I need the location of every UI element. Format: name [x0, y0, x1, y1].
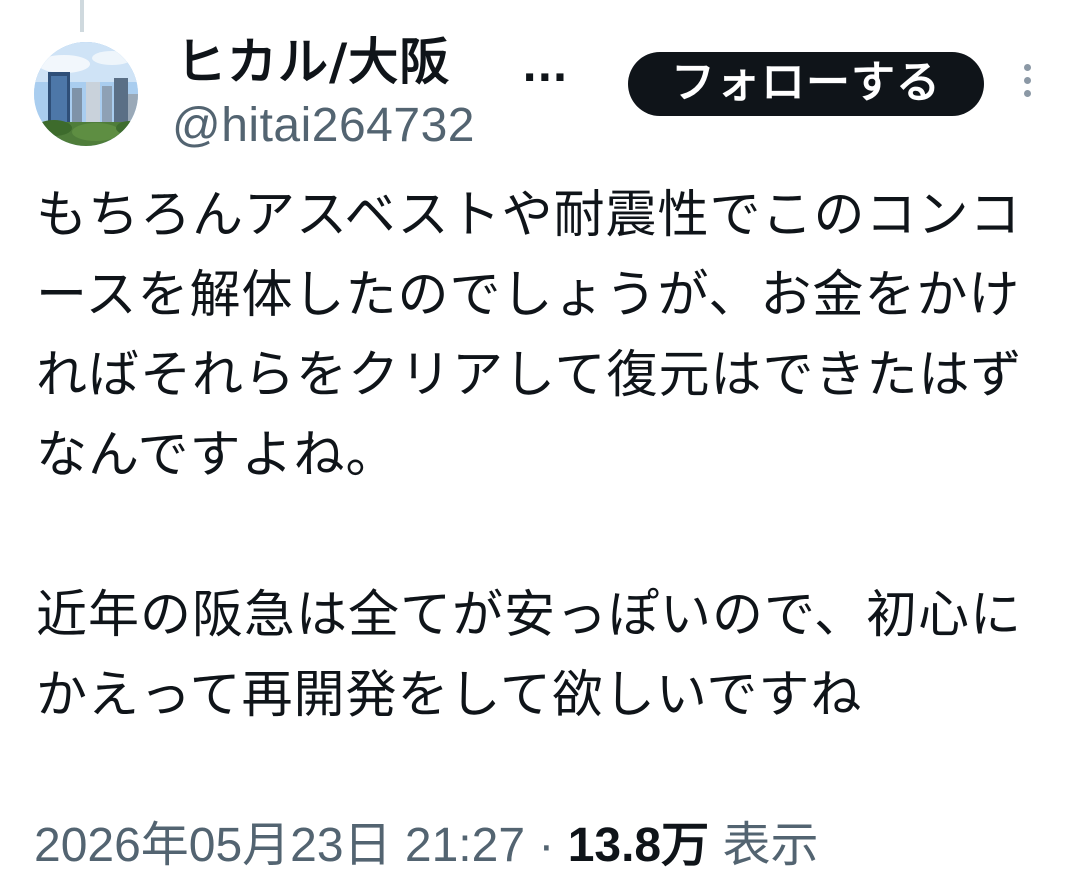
view-count: 13.8万: [567, 819, 710, 872]
avatar[interactable]: [34, 42, 138, 146]
view-label: 表示: [722, 819, 819, 872]
name-truncation-ellipsis: ...: [522, 45, 568, 91]
tweet-paragraph-2: 近年の阪急は全てが安っぽいので、初心にかえって再開発をして欲しいですね: [36, 586, 1022, 725]
tweet-text: もちろんアスベストや耐震性でこのコンコースを解体したのでしょうが、お金をかければ…: [36, 176, 1046, 736]
author-handle[interactable]: @hitai264732: [172, 94, 475, 158]
tweet-paragraph-1: もちろんアスベストや耐震性でこのコンコースを解体したのでしょうが、お金をかければ…: [36, 186, 1023, 485]
follow-button[interactable]: フォローする: [628, 52, 984, 116]
more-vertical-icon[interactable]: [1016, 64, 1038, 104]
thread-connector-line: [80, 0, 84, 32]
tweet-timestamp[interactable]: 2026年05月23日 21:27: [34, 819, 525, 872]
tweet-meta: 2026年05月23日 21:27 · 13.8万 表示: [34, 814, 819, 878]
author-display-name[interactable]: ヒカル/大阪: [176, 30, 450, 94]
meta-separator: ·: [538, 819, 555, 872]
city-skyline-avatar-icon: [34, 42, 138, 146]
